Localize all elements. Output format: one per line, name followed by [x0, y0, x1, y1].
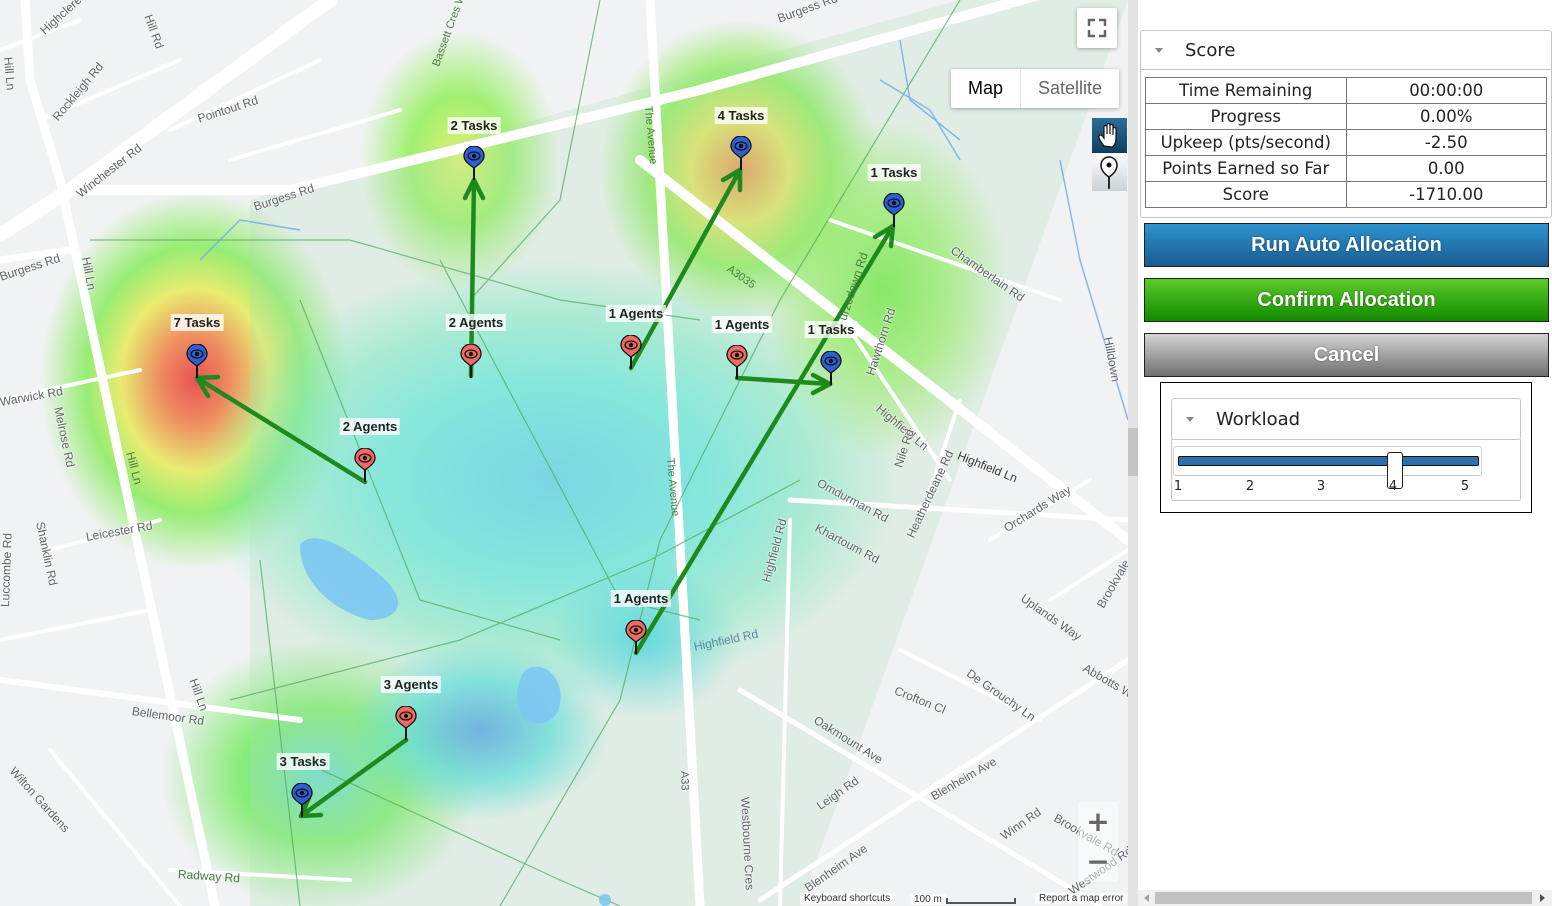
row-value: -1710.00 — [1345, 181, 1547, 208]
agent-marker-label: 3 Agents — [380, 676, 442, 693]
agent-marker[interactable] — [625, 619, 647, 654]
workload-panel: Workload 1 2 3 4 5 — [1160, 382, 1532, 513]
report-map-error-link[interactable]: Report a map error — [1035, 893, 1128, 904]
slider-tick-label: 5 — [1460, 479, 1470, 494]
agent-marker-label: 1 Agents — [711, 316, 773, 333]
task-marker[interactable] — [463, 145, 485, 180]
scale-label: 100 m — [910, 894, 946, 905]
task-marker-label: 2 Tasks — [447, 117, 501, 134]
agent-marker[interactable] — [460, 343, 482, 378]
agent-marker[interactable] — [395, 705, 417, 740]
add-marker-tool-button[interactable] — [1092, 153, 1127, 191]
fullscreen-icon — [1087, 18, 1107, 38]
table-row: Upkeep (pts/second) -2.50 — [1145, 129, 1547, 156]
horizontal-scrollbar[interactable] — [1138, 890, 1552, 906]
task-marker[interactable] — [186, 343, 208, 378]
cancel-button[interactable]: Cancel — [1144, 333, 1549, 377]
row-value: 0.00 — [1345, 155, 1547, 182]
map-type-satellite-button[interactable]: Satellite — [1021, 69, 1119, 108]
street-label: A33 — [678, 770, 691, 791]
task-marker[interactable] — [730, 135, 752, 170]
collapse-triangle-icon — [1186, 416, 1194, 422]
zoom-in-button[interactable]: + — [1078, 802, 1118, 842]
map-canvas[interactable]: Highclere Hill Rd Hill Ln Rockleigh Rd P… — [0, 0, 1128, 906]
street-label: Hill Ln — [1, 56, 18, 91]
scroll-left-arrow-icon[interactable] — [1144, 894, 1149, 902]
slider-track[interactable] — [1178, 452, 1479, 489]
zoom-control: + − — [1078, 802, 1118, 882]
workload-panel-header[interactable]: Workload — [1171, 398, 1521, 440]
vertical-scrollbar[interactable] — [1128, 0, 1138, 906]
agent-marker[interactable] — [726, 344, 748, 379]
table-row: Points Earned so Far 0.00 — [1145, 155, 1547, 182]
agent-marker-label: 2 Agents — [445, 314, 507, 331]
row-value: 0.00% — [1345, 103, 1547, 130]
run-auto-allocation-button[interactable]: Run Auto Allocation — [1144, 223, 1549, 267]
score-panel: Score Time Remaining 00:00:00 Progress 0.0… — [1140, 30, 1552, 218]
map-pin-tool-icon — [1100, 156, 1118, 189]
task-marker-label: 1 Tasks — [867, 164, 921, 181]
zoom-out-button[interactable]: − — [1078, 842, 1118, 882]
slider-tick-label: 2 — [1245, 479, 1255, 494]
task-marker[interactable] — [883, 192, 905, 227]
row-label: Time Remaining — [1145, 77, 1347, 104]
scrollbar-thumb[interactable] — [1155, 892, 1532, 904]
task-marker-label: 3 Tasks — [276, 753, 330, 770]
score-panel-title: Score — [1185, 39, 1236, 61]
agent-marker-label: 1 Agents — [610, 590, 672, 607]
agent-marker[interactable] — [354, 447, 376, 482]
agent-marker-label: 1 Agents — [605, 305, 667, 322]
table-row: Progress 0.00% — [1145, 103, 1547, 130]
table-row: Score -1710.00 — [1145, 181, 1547, 208]
workload-title: Workload — [1216, 408, 1301, 430]
scale-bar — [946, 898, 1016, 904]
map-type-control: Map Satellite — [951, 69, 1120, 108]
row-label: Upkeep (pts/second) — [1145, 129, 1347, 156]
table-row: Time Remaining 00:00:00 — [1145, 77, 1547, 104]
workload-body: 1 2 3 4 5 — [1171, 439, 1521, 501]
pan-tool-button[interactable] — [1092, 118, 1127, 153]
score-table: Time Remaining 00:00:00 Progress 0.00% Upk… — [1145, 77, 1547, 208]
hand-pan-tool-icon — [1098, 122, 1117, 148]
keyboard-shortcuts-link[interactable]: Keyboard shortcuts — [800, 893, 895, 904]
fullscreen-button[interactable] — [1077, 8, 1117, 48]
task-marker[interactable] — [291, 782, 313, 817]
row-value: -2.50 — [1345, 129, 1547, 156]
score-panel-header[interactable]: Score — [1141, 31, 1551, 70]
scrollbar-thumb[interactable] — [1128, 428, 1138, 476]
scroll-right-arrow-icon[interactable] — [1540, 894, 1545, 902]
slider-tick-label: 1 — [1173, 479, 1183, 494]
task-marker-label: 7 Tasks — [170, 314, 224, 331]
row-label: Points Earned so Far — [1145, 155, 1347, 182]
slider-tick-label: 4 — [1388, 479, 1398, 494]
slider-tick-label: 3 — [1316, 479, 1326, 494]
task-marker-label: 4 Tasks — [714, 107, 768, 124]
collapse-triangle-icon — [1155, 47, 1163, 53]
task-marker[interactable] — [820, 350, 842, 385]
agent-marker-label: 2 Agents — [339, 418, 401, 435]
row-label: Score — [1145, 181, 1347, 208]
confirm-allocation-button[interactable]: Confirm Allocation — [1144, 278, 1549, 322]
map-type-map-button[interactable]: Map — [951, 69, 1022, 108]
row-value: 00:00:00 — [1345, 77, 1547, 104]
workload-slider[interactable] — [1173, 446, 1482, 489]
row-label: Progress — [1145, 103, 1347, 130]
control-panel: Score Time Remaining 00:00:00 Progress 0.0… — [1138, 0, 1552, 906]
agent-marker[interactable] — [620, 334, 642, 369]
task-marker-label: 1 Tasks — [804, 321, 858, 338]
